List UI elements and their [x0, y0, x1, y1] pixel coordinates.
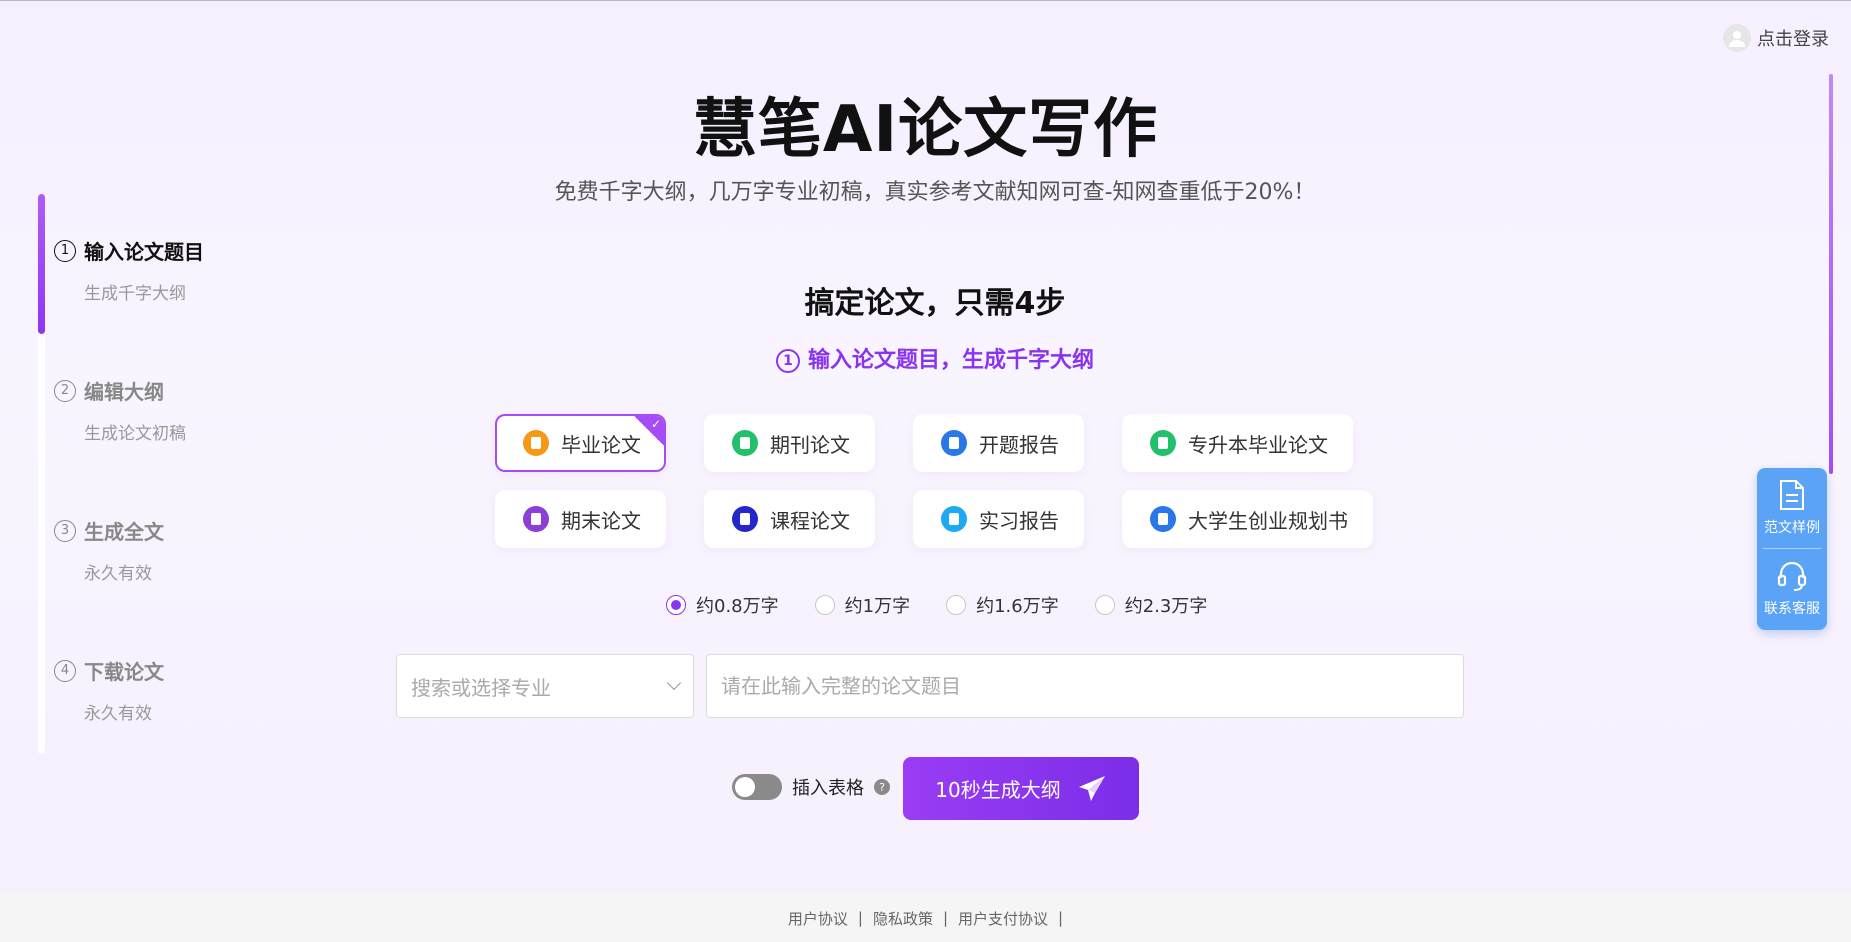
type-label: 专升本毕业论文	[1188, 432, 1328, 457]
insert-table-label: 插入表格	[792, 778, 864, 799]
type-card-proposal[interactable]: 开题报告	[913, 414, 1084, 472]
headset-icon	[1777, 561, 1807, 591]
step-title: 输入论文题目	[84, 240, 204, 264]
footer-separator: |	[1058, 909, 1064, 927]
footer-separator: |	[942, 909, 949, 927]
radio-button[interactable]	[1094, 595, 1115, 615]
word-count-options: 约0.8万字 约1万字 约1.6万字 约2.3万字	[666, 592, 1207, 618]
paper-plane-icon	[1078, 775, 1105, 801]
step-subtitle: 生成论文初稿	[84, 424, 186, 444]
privacy-policy-link[interactable]: 隐私政策	[873, 908, 933, 929]
step-4[interactable]: 4 下载论文 永久有效	[54, 656, 164, 724]
step-hint-label: 输入论文题目，生成千字大纲	[807, 348, 1094, 373]
step-number: 3	[54, 519, 76, 542]
graduation-paper-icon	[523, 430, 549, 456]
document-icon	[1780, 480, 1804, 510]
type-label: 大学生创业规划书	[1188, 508, 1348, 533]
type-card-internship[interactable]: 实习报告	[913, 490, 1084, 548]
floating-side-panel: 范文样例 联系客服	[1757, 468, 1827, 630]
step-title: 编辑大纲	[84, 380, 164, 404]
type-label: 毕业论文	[561, 432, 641, 457]
type-card-graduation[interactable]: 毕业论文 ✓	[495, 414, 666, 472]
customer-service-button[interactable]: 联系客服	[1757, 549, 1827, 629]
radio-button[interactable]	[666, 595, 686, 615]
word-count-radio-1-6w[interactable]: 约1.6万字	[946, 592, 1059, 618]
step-subtitle: 永久有效	[84, 564, 152, 584]
help-icon[interactable]: ?	[874, 779, 890, 795]
user-agreement-link[interactable]: 用户协议	[788, 908, 848, 929]
book-icon	[1150, 430, 1176, 456]
radio-label: 约1万字	[844, 596, 911, 617]
login-label: 点击登录	[1757, 29, 1829, 50]
radio-button[interactable]	[814, 595, 835, 615]
main-headline: 搞定论文，只需4步	[804, 286, 1066, 321]
paper-title-input[interactable]	[706, 654, 1464, 718]
step-number: 4	[54, 659, 76, 682]
step-subtitle: 永久有效	[84, 704, 152, 724]
final-paper-icon	[523, 506, 549, 532]
step-title: 下载论文	[84, 660, 164, 684]
proposal-report-icon	[941, 430, 967, 456]
step-2[interactable]: 2 编辑大纲 生成论文初稿	[54, 376, 186, 444]
footer: 用户协议 | 隐私政策 | 用户支付协议 |	[0, 894, 1851, 942]
step-title: 生成全文	[84, 520, 164, 544]
type-label: 实习报告	[979, 508, 1059, 533]
radio-label: 约1.6万字	[976, 596, 1059, 617]
footer-separator: |	[857, 909, 863, 927]
insert-table-toggle[interactable]	[732, 774, 782, 800]
insert-table-option: 插入表格 ?	[732, 774, 890, 800]
customer-service-label: 联系客服	[1764, 601, 1820, 617]
type-label: 期刊论文	[770, 432, 850, 457]
course-paper-icon	[732, 506, 758, 532]
sample-essay-label: 范文样例	[1764, 520, 1820, 536]
radio-label: 约2.3万字	[1124, 596, 1208, 617]
step-number: 2	[54, 379, 76, 402]
major-select[interactable]: 搜索或选择专业	[396, 654, 694, 718]
selected-check-icon: ✓	[634, 416, 664, 446]
login-button[interactable]: 点击登录	[1723, 24, 1829, 52]
payment-agreement-link[interactable]: 用户支付协议	[958, 908, 1048, 929]
type-card-upgrade-graduation[interactable]: 专升本毕业论文	[1122, 414, 1353, 472]
current-step-hint: 1 输入论文题目，生成千字大纲	[0, 342, 1851, 374]
type-card-final-exam[interactable]: 期末论文	[495, 490, 666, 548]
internship-report-icon	[941, 506, 967, 532]
type-label: 开题报告	[979, 432, 1059, 457]
step-number: 1	[54, 239, 76, 262]
top-divider	[0, 0, 1851, 1]
step-3[interactable]: 3 生成全文 永久有效	[54, 516, 164, 584]
word-count-radio-0-8w[interactable]: 约0.8万字	[666, 592, 779, 618]
type-label: 期末论文	[561, 508, 641, 533]
generate-button-label: 10秒生成大纲	[935, 778, 1061, 802]
radio-label: 约0.8万字	[696, 596, 779, 617]
generate-outline-button[interactable]: 10秒生成大纲	[903, 757, 1139, 820]
radio-button[interactable]	[946, 595, 967, 615]
business-plan-icon	[1150, 506, 1176, 532]
major-select-placeholder: 搜索或选择专业	[411, 675, 551, 700]
user-avatar-icon	[1723, 24, 1751, 52]
word-count-radio-2-3w[interactable]: 约2.3万字	[1094, 592, 1208, 618]
journal-paper-icon	[732, 430, 758, 456]
type-card-journal[interactable]: 期刊论文	[704, 414, 875, 472]
type-card-startup-plan[interactable]: 大学生创业规划书	[1122, 490, 1373, 548]
chevron-down-icon	[666, 675, 682, 691]
word-count-radio-1w[interactable]: 约1万字	[814, 592, 911, 618]
sample-essay-button[interactable]: 范文样例	[1757, 468, 1827, 548]
page-title: 慧笔AI论文写作	[692, 93, 1159, 167]
type-card-course[interactable]: 课程论文	[704, 490, 875, 548]
step-hint-number: 1	[775, 349, 800, 373]
type-label: 课程论文	[770, 508, 850, 533]
